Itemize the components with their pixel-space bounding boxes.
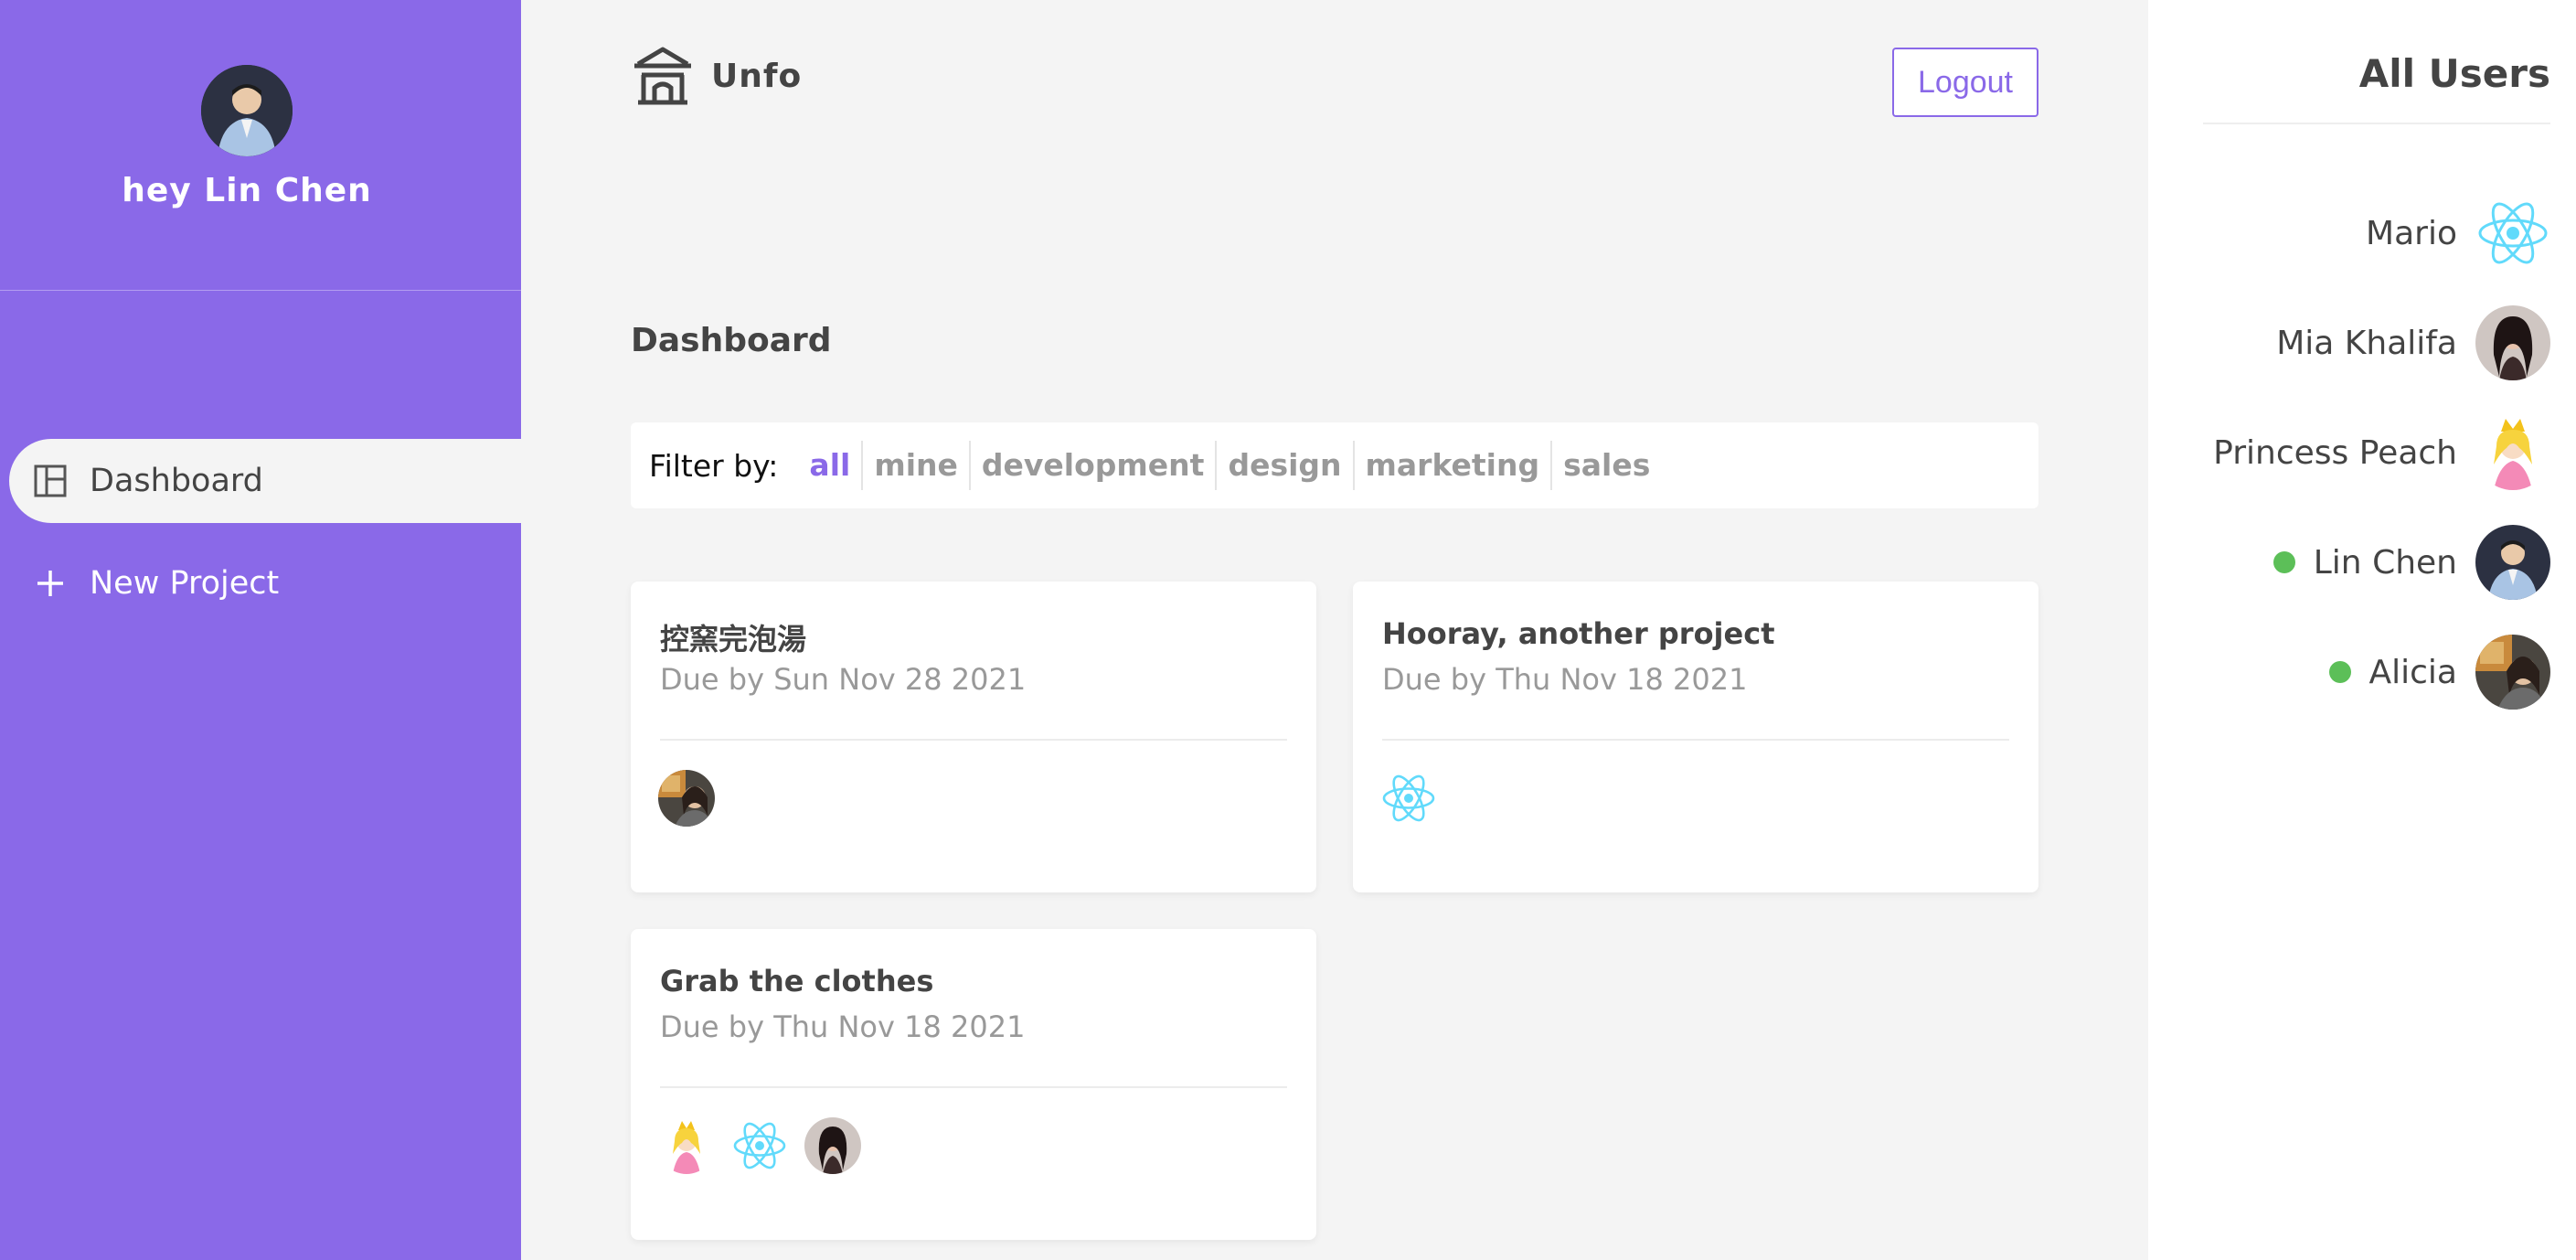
sidebar-item-new-project[interactable]: New Project <box>9 541 521 625</box>
page-title: Dashboard <box>631 322 832 359</box>
user-avatar <box>2475 525 2550 600</box>
user-name: Alicia <box>2368 653 2458 691</box>
project-filter: Filter by: all mine development design m… <box>631 422 2038 508</box>
assigned-users <box>658 1117 878 1174</box>
filter-option-sales[interactable]: sales <box>1552 441 1661 490</box>
user-list-item[interactable]: Alicia <box>2328 635 2550 710</box>
user-name: Lin Chen <box>2313 543 2457 582</box>
user-list-item[interactable]: Mario <box>2366 196 2550 271</box>
card-divider <box>1382 739 2009 741</box>
assigned-users <box>1380 770 1453 827</box>
project-due-date: Due by Thu Nov 18 2021 <box>660 1009 1026 1044</box>
brand[interactable]: Unfo <box>631 44 802 108</box>
project-title: Grab the clothes <box>660 964 934 998</box>
plus-icon <box>33 566 68 601</box>
user-avatar <box>804 1117 861 1174</box>
main-content: Unfo Logout Dashboard Filter by: all min… <box>521 0 2148 1260</box>
filter-option-design[interactable]: design <box>1217 441 1355 490</box>
user-name: Princess Peach <box>2213 433 2457 472</box>
assigned-users <box>658 770 731 827</box>
filter-option-development[interactable]: development <box>971 441 1218 490</box>
online-status-indicator <box>2328 661 2351 683</box>
user-avatar <box>201 65 293 156</box>
dashboard-layout-icon <box>33 464 68 498</box>
princess-avatar <box>658 1117 715 1174</box>
user-name: Mario <box>2366 214 2457 252</box>
princess-avatar <box>2475 415 2550 490</box>
user-avatar <box>2475 635 2550 710</box>
logout-button[interactable]: Logout <box>1892 48 2038 117</box>
user-list-item[interactable]: Mia Khalifa <box>2276 305 2550 380</box>
user-avatar <box>2475 305 2550 380</box>
filter-option-marketing[interactable]: marketing <box>1355 441 1553 490</box>
app: hey Lin Chen Dashboard New Project Unfo … <box>0 0 2576 1260</box>
user-avatar <box>658 770 715 827</box>
online-status-indicator <box>2273 551 2295 573</box>
project-title: 控窯完泡湯 <box>660 622 807 657</box>
sidebar-item-dashboard[interactable]: Dashboard <box>9 439 521 523</box>
react-logo-icon <box>731 1117 788 1174</box>
sidebar: hey Lin Chen Dashboard New Project <box>0 0 521 1260</box>
sidebar-item-label: Dashboard <box>90 463 263 499</box>
user-greeting: hey Lin Chen <box>122 172 372 209</box>
user-list-item[interactable]: Princess Peach <box>2213 415 2550 490</box>
sidebar-user-section: hey Lin Chen <box>0 0 521 291</box>
divider <box>2203 123 2550 124</box>
react-logo-icon <box>1380 770 1437 827</box>
project-due-date: Due by Sun Nov 28 2021 <box>660 662 1027 697</box>
react-logo-icon <box>2475 196 2550 271</box>
user-name: Mia Khalifa <box>2276 324 2457 362</box>
filter-option-mine[interactable]: mine <box>863 441 971 490</box>
project-due-date: Due by Thu Nov 18 2021 <box>1382 662 1748 697</box>
project-card[interactable]: 控窯完泡湯 Due by Sun Nov 28 2021 <box>631 582 1316 892</box>
project-card[interactable]: Hooray, another project Due by Thu Nov 1… <box>1353 582 2038 892</box>
brand-name: Unfo <box>711 57 803 95</box>
users-panel: All Users Mario Mia Khalifa Princess Pea… <box>2148 0 2576 1260</box>
card-divider <box>660 1086 1287 1088</box>
filter-option-all[interactable]: all <box>798 441 864 490</box>
project-card[interactable]: Grab the clothes Due by Thu Nov 18 2021 <box>631 929 1316 1240</box>
users-panel-title: All Users <box>2358 51 2550 96</box>
user-list-item[interactable]: Lin Chen <box>2273 525 2550 600</box>
filter-label: Filter by: <box>649 447 779 484</box>
project-title: Hooray, another project <box>1382 616 1775 651</box>
temple-icon <box>631 44 695 108</box>
card-divider <box>660 739 1287 741</box>
sidebar-item-label: New Project <box>90 565 280 602</box>
